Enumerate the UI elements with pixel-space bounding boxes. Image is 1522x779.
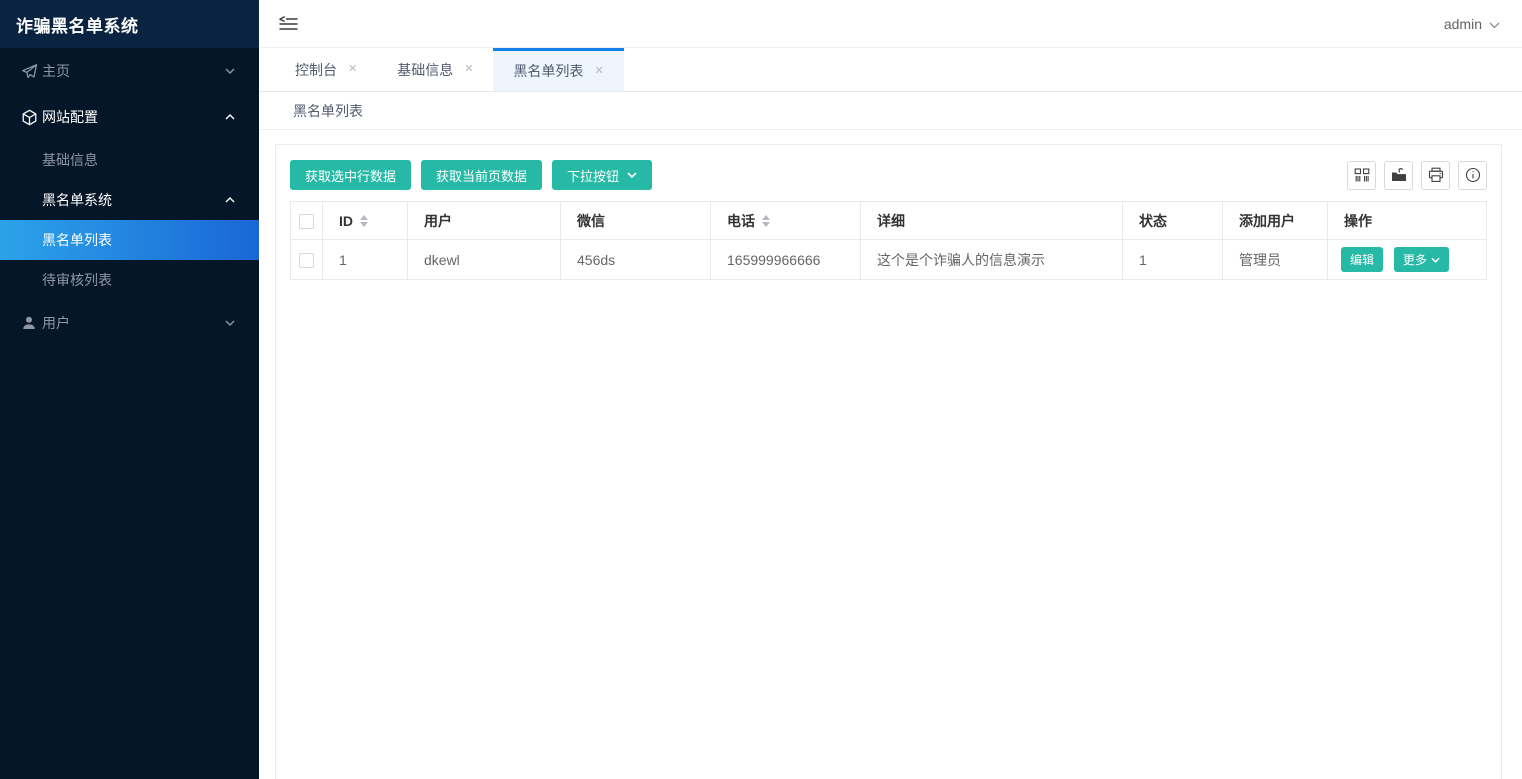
button-label: 下拉按钮	[567, 166, 619, 185]
cell-added-by: 管理员	[1223, 240, 1328, 280]
print-icon	[1428, 167, 1444, 183]
select-all-checkbox[interactable]	[299, 214, 314, 229]
sidebar-item-label: 网站配置	[42, 107, 98, 127]
tab-label: 控制台	[295, 60, 337, 80]
sidebar-item-label: 黑名单系统	[42, 190, 112, 210]
cell-wechat: 456ds	[561, 240, 711, 280]
select-all-checkbox-cell	[291, 202, 323, 240]
cell-actions: 编辑 更多	[1328, 240, 1487, 280]
print-button[interactable]	[1421, 161, 1450, 190]
card-view-button[interactable]	[1347, 161, 1376, 190]
column-label: ID	[339, 213, 353, 229]
cell-user: dkewl	[408, 240, 561, 280]
column-label: 电话	[727, 211, 755, 231]
column-header-actions: 操作	[1328, 202, 1487, 240]
button-label: 编辑	[1350, 251, 1374, 268]
sort-icon[interactable]	[360, 215, 368, 227]
username: admin	[1444, 16, 1482, 32]
app-root: 诈骗黑名单系统 主页	[0, 0, 1522, 779]
app-title: 诈骗黑名单系统	[0, 0, 259, 48]
breadcrumb: 黑名单列表	[259, 92, 1522, 130]
column-header-phone[interactable]: 电话	[711, 202, 861, 240]
button-label: 获取当前页数据	[436, 166, 527, 185]
sidebar-item-label: 主页	[42, 61, 70, 81]
button-label: 获取选中行数据	[305, 166, 396, 185]
cell-phone: 165999966666	[711, 240, 861, 280]
sidebar-item-pending-review-list[interactable]: 待审核列表	[0, 260, 259, 300]
sidebar-item-label: 基础信息	[42, 150, 98, 170]
info-button[interactable]	[1458, 161, 1487, 190]
tab-label: 基础信息	[397, 60, 453, 80]
cell-detail: 这个是个诈骗人的信息演示	[861, 240, 1123, 280]
edit-button[interactable]: 编辑	[1341, 247, 1383, 272]
close-icon[interactable]: ✕	[348, 64, 357, 75]
close-icon[interactable]: ✕	[464, 64, 473, 75]
sidebar-item-label: 黑名单列表	[42, 230, 112, 250]
cube-icon	[21, 109, 38, 126]
tab-blacklist-list[interactable]: 黑名单列表 ✕	[493, 48, 623, 91]
user-menu[interactable]: admin	[1444, 16, 1500, 32]
column-header-id[interactable]: ID	[323, 202, 408, 240]
table-header-row: ID 用户 微信 电话	[291, 202, 1487, 240]
sidebar-item-site-config[interactable]: 网站配置	[0, 94, 259, 140]
paper-plane-icon	[21, 63, 38, 80]
sidebar-item-label: 待审核列表	[42, 270, 112, 290]
more-button[interactable]: 更多	[1394, 247, 1449, 272]
column-header-status: 状态	[1123, 202, 1223, 240]
table-toolbar: 获取选中行数据 获取当前页数据 下拉按钮	[290, 160, 1487, 190]
get-current-page-button[interactable]: 获取当前页数据	[421, 160, 542, 190]
sidebar-item-home[interactable]: 主页	[0, 48, 259, 94]
info-icon	[1465, 167, 1481, 183]
export-button[interactable]	[1384, 161, 1413, 190]
get-selected-rows-button[interactable]: 获取选中行数据	[290, 160, 411, 190]
sidebar-item-blacklist-list[interactable]: 黑名单列表	[0, 220, 259, 260]
breadcrumb-text: 黑名单列表	[293, 101, 363, 121]
dropdown-button[interactable]: 下拉按钮	[552, 160, 652, 190]
collapse-menu-icon[interactable]	[279, 16, 298, 31]
sidebar-item-user[interactable]: 用户	[0, 300, 259, 346]
chevron-down-icon	[1489, 16, 1500, 32]
user-icon	[21, 315, 38, 332]
chevron-down-icon	[225, 68, 235, 74]
table-icon-buttons	[1347, 161, 1487, 190]
button-label: 更多	[1403, 251, 1427, 268]
sort-icon[interactable]	[762, 215, 770, 227]
column-header-user: 用户	[408, 202, 561, 240]
row-checkbox-cell	[291, 240, 323, 280]
card-view-icon	[1354, 168, 1370, 183]
column-header-added-by: 添加用户	[1223, 202, 1328, 240]
table-card: 获取选中行数据 获取当前页数据 下拉按钮	[275, 144, 1502, 779]
tab-console[interactable]: 控制台 ✕	[275, 48, 377, 91]
sidebar-menu: 主页 网站配置 基础信息	[0, 48, 259, 779]
tab-bar: 控制台 ✕ 基础信息 ✕ 黑名单列表 ✕	[259, 48, 1522, 92]
sidebar-item-label: 用户	[42, 313, 70, 333]
chevron-up-icon	[225, 197, 235, 203]
sidebar: 诈骗黑名单系统 主页	[0, 0, 259, 779]
export-icon	[1391, 167, 1407, 183]
tab-basic-info[interactable]: 基础信息 ✕	[377, 48, 493, 91]
table-row: 1 dkewl 456ds 165999966666 这个是个诈骗人的信息演示 …	[291, 240, 1487, 280]
topbar: admin	[259, 0, 1522, 48]
column-header-wechat: 微信	[561, 202, 711, 240]
close-icon[interactable]: ✕	[594, 66, 603, 77]
sidebar-item-blacklist-system[interactable]: 黑名单系统	[0, 180, 259, 220]
chevron-up-icon	[225, 114, 235, 120]
column-header-detail: 详细	[861, 202, 1123, 240]
cell-id: 1	[323, 240, 408, 280]
main-area: admin 控制台 ✕ 基础信息 ✕ 黑名单列表 ✕ 黑名单列表	[259, 0, 1522, 779]
cell-status: 1	[1123, 240, 1223, 280]
content: 获取选中行数据 获取当前页数据 下拉按钮	[259, 130, 1522, 779]
sidebar-item-basic-info[interactable]: 基础信息	[0, 140, 259, 180]
blacklist-table: ID 用户 微信 电话	[290, 201, 1487, 280]
row-checkbox[interactable]	[299, 253, 314, 268]
chevron-down-icon	[225, 320, 235, 326]
chevron-down-icon	[1431, 257, 1440, 263]
chevron-down-icon	[627, 172, 637, 178]
tab-label: 黑名单列表	[513, 61, 583, 81]
